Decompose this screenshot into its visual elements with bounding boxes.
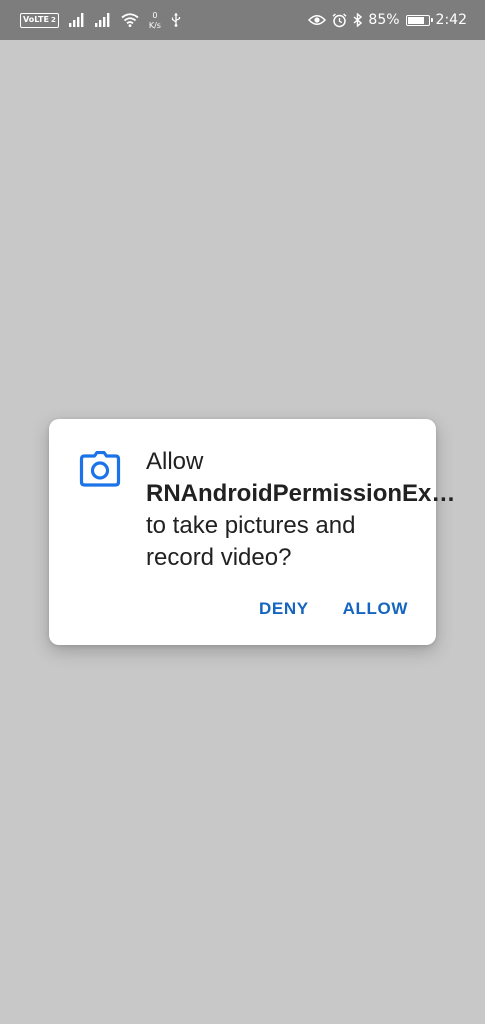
bluetooth-icon <box>353 13 363 27</box>
message-suffix: to take pictures and record video? <box>146 512 356 571</box>
permission-dialog: Allow RNAndroidPermissionEx… to take pic… <box>49 419 455 645</box>
battery-percentage: 85% <box>368 12 400 28</box>
alarm-icon <box>332 12 347 28</box>
deny-button[interactable]: DENY <box>253 591 315 627</box>
status-bar-left: VoLTE 2 0 K/s <box>20 0 181 40</box>
clock: 2:42 <box>435 12 467 28</box>
network-speed: 0 K/s <box>149 11 161 31</box>
volte-label: VoLTE <box>23 15 49 24</box>
volte-icon: VoLTE 2 <box>20 12 59 28</box>
allow-button[interactable]: ALLOW <box>337 591 414 627</box>
network-speed-value: 0 <box>152 10 158 20</box>
sim-slot-label: 2 <box>50 15 56 24</box>
network-speed-unit: K/s <box>148 20 161 30</box>
dialog-actions: DENY ALLOW <box>253 591 414 627</box>
app-name: RNAndroidPermissionEx… <box>146 480 456 507</box>
status-bar: VoLTE 2 0 K/s 85% 2:42 <box>0 0 485 40</box>
permission-message: Allow RNAndroidPermissionEx… to take pic… <box>146 446 455 574</box>
signal-icon <box>68 13 85 27</box>
status-bar-right: 85% 2:42 <box>308 0 467 40</box>
wifi-icon <box>121 13 139 27</box>
message-prefix: Allow <box>146 448 204 475</box>
signal-icon <box>94 13 111 27</box>
battery-level-fill <box>407 16 424 24</box>
battery-icon <box>405 14 433 26</box>
camera-icon <box>79 450 121 487</box>
usb-icon <box>171 13 181 27</box>
eye-icon <box>308 14 327 26</box>
